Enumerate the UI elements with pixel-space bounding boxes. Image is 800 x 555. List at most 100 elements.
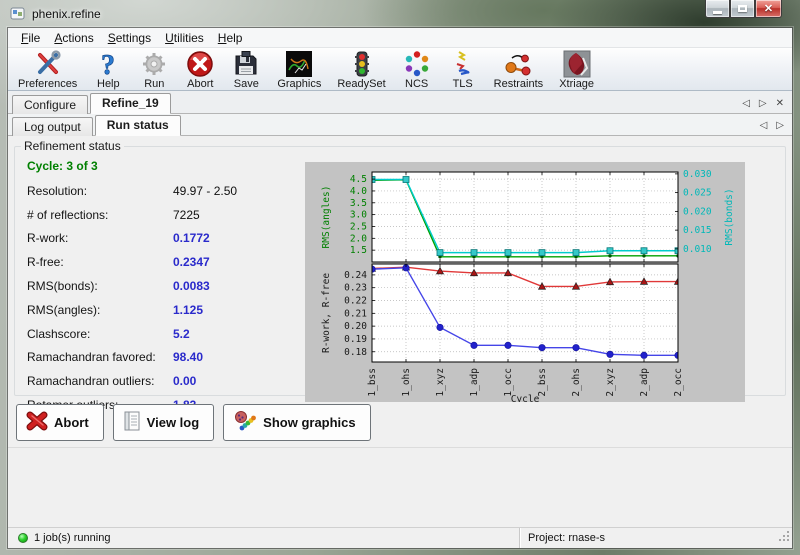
status-row-label: # of reflections:	[27, 208, 173, 222]
svg-text:?: ?	[101, 50, 115, 78]
svg-text:1_bss: 1_bss	[367, 368, 378, 397]
readyset-icon	[347, 49, 377, 79]
svg-text:0.21: 0.21	[344, 308, 367, 319]
run-status-panel: Refinement status Cycle: 3 of 3 Resoluti…	[8, 136, 792, 527]
caption-buttons: ✕	[705, 0, 782, 18]
refinement-chart: 1.52.02.53.03.54.04.50.0100.0150.0200.02…	[305, 162, 745, 407]
graphics-icon	[284, 49, 314, 79]
toolbar-label: Save	[234, 79, 259, 90]
menu-help[interactable]: Help	[211, 29, 250, 47]
menu-utilities[interactable]: Utilities	[158, 29, 211, 47]
show-graphics-icon	[233, 410, 257, 435]
toolbar-button-tls[interactable]: TLS	[440, 48, 486, 90]
svg-text:Cycle: Cycle	[511, 394, 540, 402]
view-log-button-label: View log	[147, 415, 200, 430]
status-row-label: R-free:	[27, 255, 173, 269]
app-icon	[10, 6, 26, 22]
close-button[interactable]: ✕	[755, 0, 782, 18]
abort-button[interactable]: Abort	[16, 404, 104, 441]
toolbar-label: Abort	[187, 79, 213, 90]
menubar: File Actions Settings Utilities Help	[8, 28, 792, 48]
svg-text:2_ohs: 2_ohs	[571, 368, 582, 397]
toolbar-button-restraints[interactable]: Restraints	[486, 48, 552, 90]
tab-run-status[interactable]: Run status	[95, 115, 181, 136]
preferences-icon	[33, 49, 63, 79]
toolbar: Preferences ? Help Run Abort	[8, 48, 792, 91]
client-area: File Actions Settings Utilities Help Pre…	[8, 28, 792, 548]
xtriage-icon	[562, 49, 592, 79]
toolbar-button-help[interactable]: ? Help	[85, 48, 131, 90]
status-row-label: Resolution:	[27, 184, 173, 198]
svg-text:1_occ: 1_occ	[503, 368, 514, 397]
toolbar-label: Preferences	[18, 79, 77, 90]
toolbar-button-preferences[interactable]: Preferences	[10, 48, 85, 90]
tab-refine-19[interactable]: Refine_19	[90, 93, 171, 114]
job-running-led-icon	[18, 533, 28, 543]
svg-text:2_occ: 2_occ	[673, 368, 684, 397]
toolbar-button-readyset[interactable]: ReadySet	[329, 48, 393, 90]
tab-scroll-left-icon[interactable]: ◁	[760, 121, 768, 131]
resize-grip[interactable]	[778, 530, 790, 545]
menu-settings[interactable]: Settings	[101, 29, 158, 47]
toolbar-button-abort[interactable]: Abort	[177, 48, 223, 90]
sub-tab-controls: ◁ ▷	[760, 121, 784, 131]
svg-text:2_adp: 2_adp	[639, 368, 650, 397]
toolbar-label: NCS	[405, 79, 428, 90]
view-log-button[interactable]: View log	[113, 404, 215, 441]
svg-text:0.23: 0.23	[344, 283, 367, 294]
svg-text:0.18: 0.18	[344, 347, 367, 358]
svg-text:0.020: 0.020	[683, 206, 712, 217]
svg-text:0.22: 0.22	[344, 296, 367, 307]
svg-text:0.015: 0.015	[683, 225, 712, 236]
tab-scroll-right-icon[interactable]: ▷	[759, 99, 767, 109]
svg-text:4.0: 4.0	[350, 186, 367, 197]
tab-log-output[interactable]: Log output	[12, 117, 93, 136]
tab-close-icon[interactable]: ✕	[776, 99, 784, 109]
toolbar-button-run[interactable]: Run	[131, 48, 177, 90]
footer-buttons: Abort View log Show graphics	[16, 404, 371, 441]
svg-text:0.19: 0.19	[344, 334, 367, 345]
tab-scroll-left-icon[interactable]: ◁	[742, 99, 750, 109]
toolbar-label: Xtriage	[559, 79, 594, 90]
tab-configure[interactable]: Configure	[12, 95, 88, 114]
toolbar-label: Help	[97, 79, 120, 90]
toolbar-label: TLS	[453, 79, 473, 90]
refinement-status-group: Refinement status Cycle: 3 of 3 Resoluti…	[14, 139, 786, 396]
toolbar-label: Graphics	[277, 79, 321, 90]
toolbar-button-xtriage[interactable]: Xtriage	[551, 48, 602, 90]
maximize-button[interactable]	[730, 0, 755, 18]
svg-text:2_xyz: 2_xyz	[605, 368, 616, 397]
status-row-label: R-work:	[27, 231, 173, 245]
sub-tab-bar: Log output Run status ◁ ▷	[8, 114, 792, 136]
show-graphics-button[interactable]: Show graphics	[223, 404, 370, 441]
toolbar-button-ncs[interactable]: NCS	[394, 48, 440, 90]
titlebar[interactable]: phenix.refine ✕	[0, 0, 800, 28]
toolbar-label: ReadySet	[337, 79, 385, 90]
menu-actions[interactable]: Actions	[47, 29, 100, 47]
window-title: phenix.refine	[32, 7, 101, 21]
run-icon	[139, 49, 169, 79]
show-graphics-button-label: Show graphics	[263, 415, 355, 430]
phenix-refine-window: phenix.refine ✕ File Actions Settings Ut…	[0, 0, 800, 555]
toolbar-label: Run	[144, 79, 164, 90]
status-row-label: RMS(angles):	[27, 303, 173, 317]
panel-divider	[8, 447, 792, 448]
svg-text:1_xyz: 1_xyz	[435, 368, 446, 397]
minimize-button[interactable]	[705, 0, 730, 18]
toolbar-button-graphics[interactable]: Graphics	[269, 48, 329, 90]
svg-text:2_bss: 2_bss	[537, 368, 548, 397]
status-row-label: Ramachandran outliers:	[27, 374, 173, 388]
group-label: Refinement status	[21, 139, 124, 153]
toolbar-label: Restraints	[494, 79, 544, 90]
jobs-running-text: 1 job(s) running	[34, 532, 110, 544]
menu-file[interactable]: File	[14, 29, 47, 47]
toolbar-button-save[interactable]: Save	[223, 48, 269, 90]
svg-text:1.5: 1.5	[350, 245, 367, 256]
abort-icon	[185, 49, 215, 79]
help-icon: ?	[93, 49, 123, 79]
refinement-plot-svg: 1.52.02.53.03.54.04.50.0100.0150.0200.02…	[305, 162, 745, 402]
maximize-icon	[738, 5, 747, 12]
svg-text:0.025: 0.025	[683, 188, 712, 199]
tab-scroll-right-icon[interactable]: ▷	[776, 121, 784, 131]
svg-text:3.5: 3.5	[350, 198, 367, 209]
